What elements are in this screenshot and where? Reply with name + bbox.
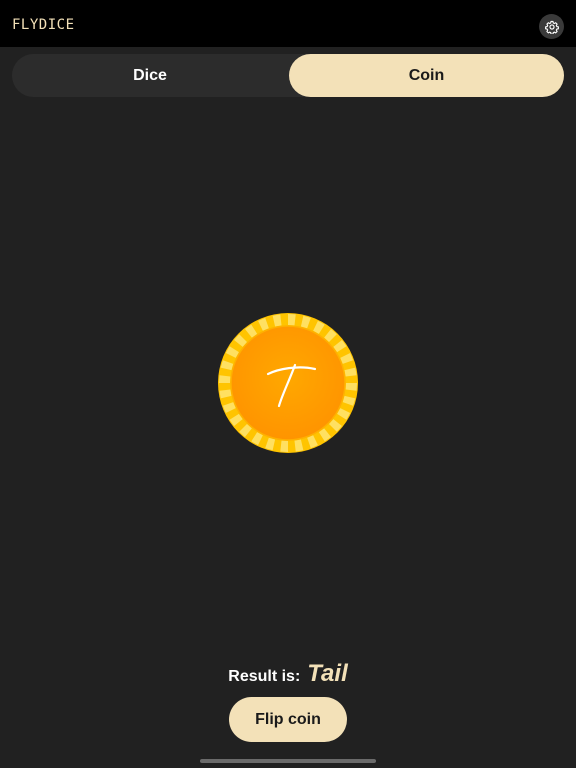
tab-coin[interactable]: Coin — [289, 54, 564, 97]
tab-dice[interactable]: Dice — [12, 54, 288, 97]
app-title: FLYDICE — [12, 17, 75, 33]
flip-coin-button[interactable]: Flip coin — [229, 697, 347, 742]
result-label: Result is: — [228, 668, 301, 685]
result-line: Result is: Tail — [0, 660, 576, 692]
coin-rim-stripe — [345, 383, 357, 391]
coin-rim-stripe — [219, 375, 231, 383]
home-indicator — [200, 759, 376, 763]
coin-rim-stripe — [280, 440, 288, 452]
mode-switch: Dice Coin — [12, 54, 564, 97]
top-bar: FLYDICE — [0, 0, 576, 47]
result-value: Tail — [307, 660, 348, 687]
coin[interactable] — [218, 313, 358, 453]
coin-rim-stripe — [288, 314, 296, 326]
gear-icon — [544, 20, 559, 34]
settings-button[interactable] — [539, 14, 564, 39]
